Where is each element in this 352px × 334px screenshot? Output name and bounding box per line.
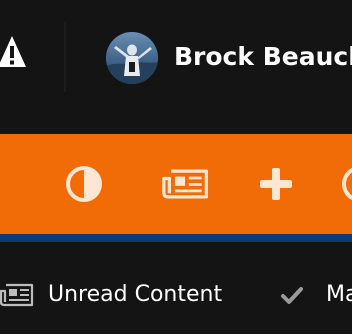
user-name[interactable]: Brock Beauchamp	[174, 41, 352, 73]
toolbar-accent-bar	[0, 234, 352, 242]
quick-actions-toolbar	[0, 134, 352, 234]
divider	[64, 22, 66, 92]
mark-site-read-label: Mark site read	[326, 282, 352, 307]
newspaper-icon	[162, 169, 208, 199]
secondary-nav: Unread Content Mark site read	[0, 242, 352, 334]
app-screen: Brock Beauchamp	[0, 0, 352, 334]
unread-content-label: Unread Content	[48, 282, 223, 307]
newspaper-button[interactable]	[162, 160, 210, 208]
theme-contrast-button[interactable]	[60, 160, 108, 208]
clock-button[interactable]	[336, 160, 352, 208]
warning-triangle-icon[interactable]	[0, 33, 28, 73]
add-button[interactable]	[252, 160, 300, 208]
clock-icon	[342, 167, 352, 201]
mark-site-read-link[interactable]: Mark site read	[280, 280, 352, 310]
newspaper-icon	[0, 283, 34, 307]
theme-contrast-icon	[66, 166, 102, 202]
user-bar: Brock Beauchamp	[0, 0, 352, 120]
checkmark-icon	[281, 287, 303, 304]
avatar[interactable]	[106, 32, 158, 84]
plus-icon	[260, 168, 292, 200]
unread-content-link[interactable]: Unread Content	[0, 280, 222, 310]
